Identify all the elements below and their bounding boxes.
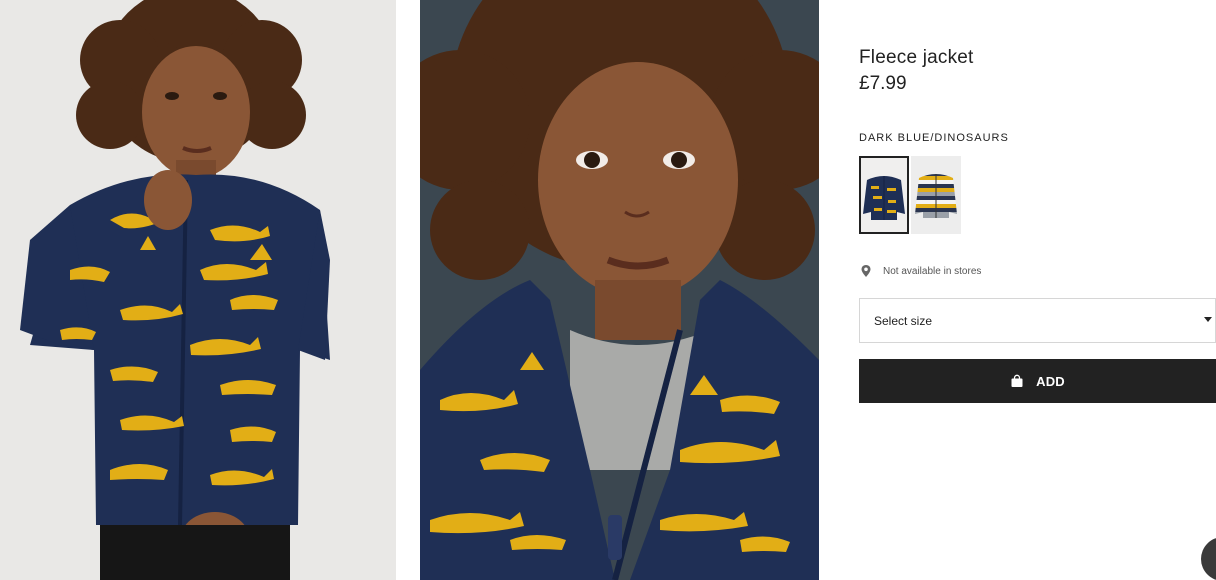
product-details: Fleece jacket £7.99 DARK BLUE/DINOSAURS <box>859 0 1216 580</box>
add-to-bag-button[interactable]: ADD <box>859 359 1216 403</box>
color-swatches <box>859 156 961 234</box>
product-title: Fleece jacket <box>859 47 974 68</box>
product-page: Fleece jacket £7.99 DARK BLUE/DINOSAURS <box>0 0 1216 580</box>
selected-color-name: DARK BLUE/DINOSAURS <box>859 132 1009 144</box>
size-select[interactable]: Select size <box>859 298 1216 343</box>
add-button-label: ADD <box>1036 373 1065 389</box>
swatch-striped[interactable] <box>911 156 961 234</box>
striped-jacket-thumbnail <box>911 156 961 234</box>
location-pin-icon <box>861 265 871 277</box>
model-closeup-illustration <box>420 0 819 580</box>
swatch-dark-blue-dinosaurs[interactable] <box>859 156 909 234</box>
caret-down-icon <box>1204 317 1212 322</box>
product-price: £7.99 <box>859 73 907 94</box>
size-select-placeholder: Select size <box>874 313 933 328</box>
model-full-body-illustration <box>0 0 396 580</box>
product-image-closeup[interactable] <box>420 0 819 580</box>
store-availability: Not available in stores <box>859 264 981 278</box>
availability-text: Not available in stores <box>883 265 982 277</box>
product-image-full[interactable] <box>0 0 396 580</box>
shopping-bag-icon <box>1011 374 1023 387</box>
dinosaur-jacket-thumbnail <box>861 158 907 232</box>
